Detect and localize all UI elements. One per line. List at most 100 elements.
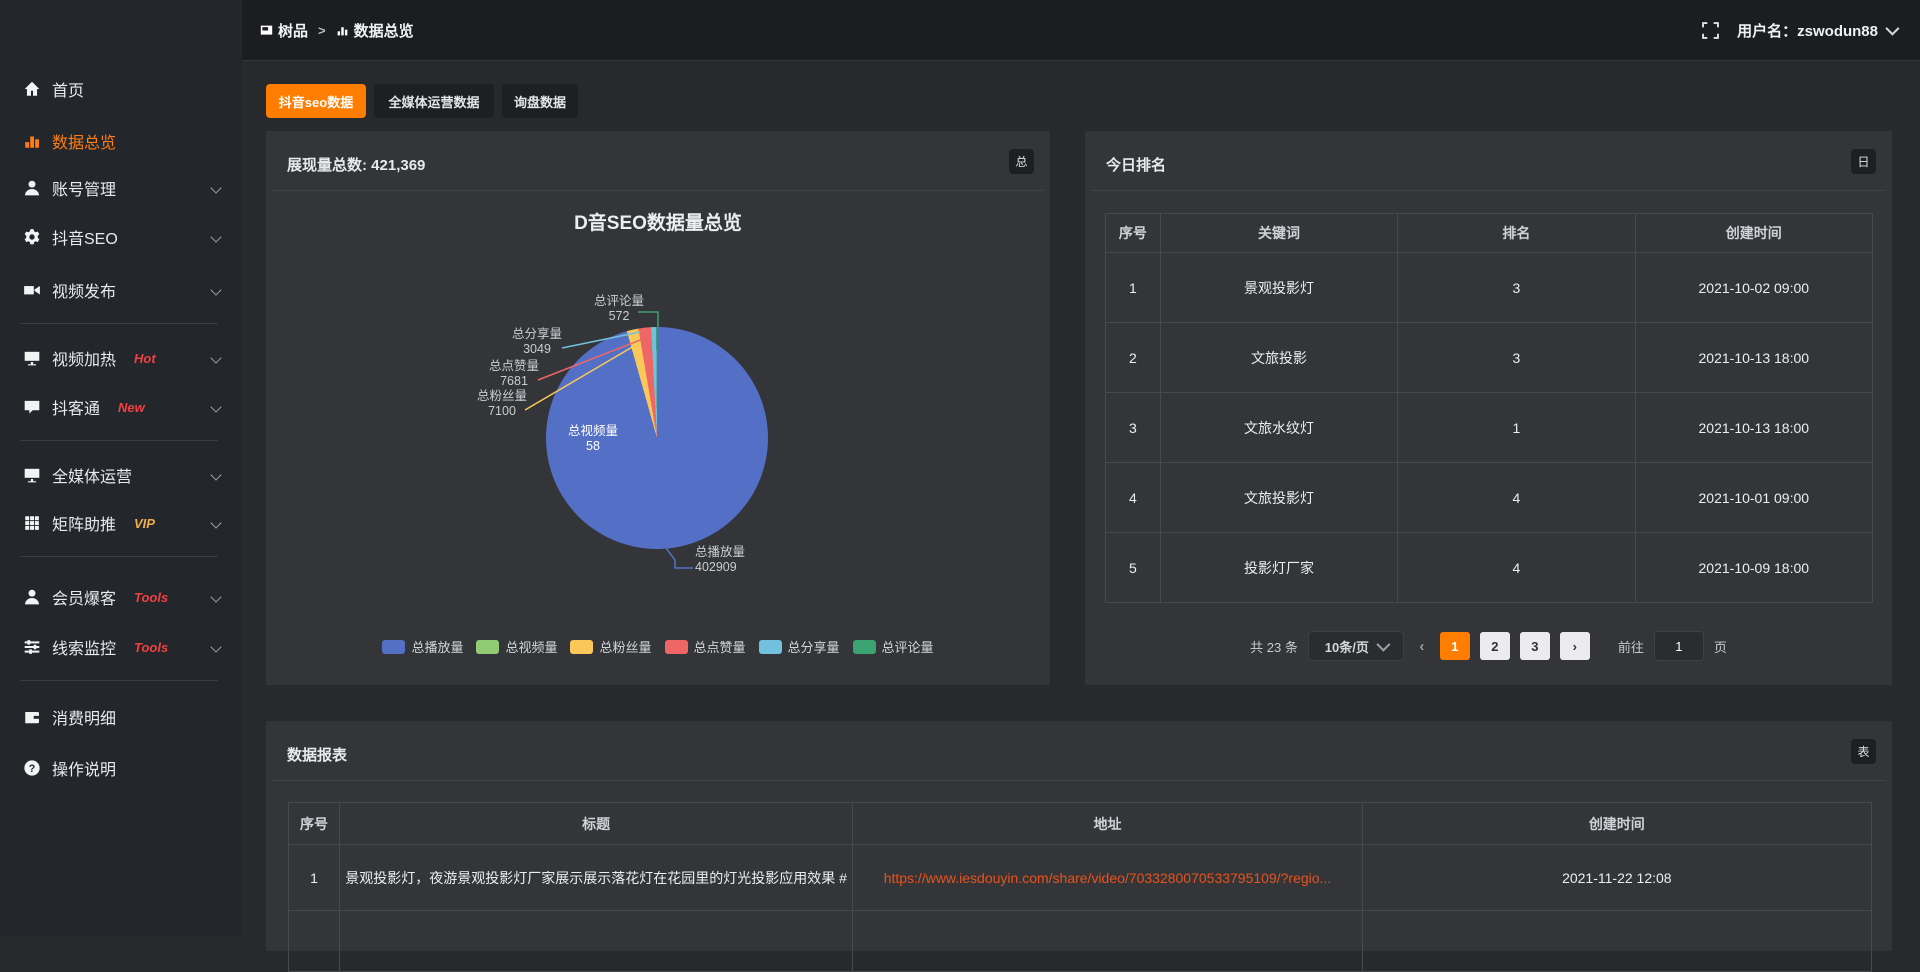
- table-cell: 5: [1106, 533, 1161, 602]
- table-row: 2文旅投影32021-10-13 18:00: [1106, 323, 1872, 393]
- chevron-down-icon: [210, 401, 221, 412]
- day-toggle-button[interactable]: 日: [1851, 149, 1876, 174]
- cell-video-link[interactable]: https://www.iesdouyin.com/share/video/70…: [853, 845, 1362, 910]
- legend-swatch: [476, 640, 499, 654]
- sidebar-item-4[interactable]: 抖音SEO: [0, 225, 242, 249]
- topbar: SHUPIN 树品 树品 > 数据总览 用户名：zswodun88: [0, 0, 1920, 61]
- breadcrumb-item-shupin[interactable]: 树品: [278, 20, 308, 41]
- legend-label: 总播放量: [411, 637, 463, 656]
- sidebar-item-2[interactable]: 数据总览: [0, 129, 242, 153]
- legend-item-5[interactable]: 总分享量: [759, 637, 840, 656]
- video-camera-icon: [22, 281, 41, 300]
- badge: VIP: [134, 516, 155, 531]
- ranking-panel: 今日排名 日 序号关键词排名创建时间1景观投影灯32021-10-02 09:0…: [1085, 131, 1892, 685]
- legend-item-2[interactable]: 总视频量: [476, 637, 557, 656]
- username-label: 用户名：zswodun88: [1737, 20, 1878, 41]
- page-button-2[interactable]: 2: [1480, 632, 1510, 660]
- user-icon: [22, 588, 41, 607]
- page-button-1[interactable]: 1: [1440, 632, 1470, 660]
- sidebar-item-label: 首页: [52, 77, 84, 101]
- sidebar-item-13[interactable]: ?操作说明: [0, 756, 242, 780]
- table-row: 4文旅投影灯42021-10-01 09:00: [1106, 463, 1872, 533]
- user-menu[interactable]: 用户名：zswodun88: [1737, 20, 1896, 41]
- divider: [1091, 190, 1886, 191]
- sidebar-item-label: 全媒体运营: [52, 463, 132, 487]
- fullscreen-icon[interactable]: [1702, 22, 1719, 39]
- column-header: 序号: [1106, 214, 1161, 252]
- chevron-down-icon: [210, 182, 221, 193]
- cell-title: [340, 911, 853, 971]
- table-cell: 2: [1106, 323, 1161, 392]
- pie-label-likes: 总点赞量7681: [459, 359, 569, 389]
- breadcrumb-item-overview[interactable]: 数据总览: [354, 20, 414, 41]
- sidebar-item-8[interactable]: 全媒体运营: [0, 463, 242, 487]
- chart-bars-icon: [22, 132, 41, 151]
- sidebar-item-11[interactable]: 线索监控Tools: [0, 635, 242, 659]
- column-header: 创建时间: [1363, 803, 1871, 844]
- sidebar-item-3[interactable]: 账号管理: [0, 176, 242, 200]
- total-toggle-button[interactable]: 总: [1009, 149, 1034, 174]
- column-header: 标题: [340, 803, 853, 844]
- gear-icon: [22, 228, 41, 247]
- table-cell: 景观投影灯: [1161, 253, 1398, 322]
- sidebar-item-9[interactable]: 矩阵助推 VIP: [0, 511, 242, 535]
- chevron-down-icon: [1885, 22, 1899, 36]
- legend-swatch: [382, 640, 405, 654]
- sidebar-item-label: 账号管理: [52, 176, 116, 200]
- chevron-down-icon: [210, 641, 221, 652]
- table-row: 5投影灯厂家42021-10-09 18:00: [1106, 533, 1872, 602]
- sidebar-item-label: 视频加热: [52, 346, 116, 370]
- tab-2[interactable]: 全媒体运营数据: [374, 84, 494, 118]
- sidebar-item-label: 消费明细: [52, 705, 116, 729]
- sidebar-item-10[interactable]: 会员爆客Tools: [0, 585, 242, 609]
- overview-panel: 展现量总数: 421,369 总 D音SEO数据量总览 总评论量572 总分享量…: [266, 131, 1050, 685]
- table-cell: 1: [1106, 253, 1161, 322]
- overview-panel-title: 展现量总数: 421,369: [287, 154, 425, 175]
- sidebar-item-6[interactable]: 视频加热 Hot: [0, 346, 242, 370]
- tab-3[interactable]: 询盘数据: [502, 84, 578, 118]
- chevron-down-icon: [1376, 638, 1390, 652]
- pie-label-shares: 总分享量3049: [482, 327, 592, 357]
- table-header-row: 序号 标题 地址 创建时间: [289, 803, 1871, 845]
- table-cell: 2021-10-13 18:00: [1636, 393, 1872, 462]
- sidebar-item-1[interactable]: 首页: [0, 77, 242, 101]
- sidebar-item-5[interactable]: 视频发布: [0, 278, 242, 302]
- badge: Hot: [134, 351, 156, 366]
- tab-1[interactable]: 抖音seo数据: [266, 84, 366, 118]
- sidebar-divider: [20, 440, 218, 441]
- chevron-down-icon: [210, 284, 221, 295]
- question-circle-icon: ?: [22, 759, 41, 778]
- table-toggle-button[interactable]: 表: [1851, 739, 1876, 764]
- cell-created-time: [1363, 911, 1871, 971]
- page-size-select[interactable]: 10条/页: [1308, 631, 1404, 661]
- prev-page-button[interactable]: ‹: [1414, 632, 1430, 660]
- home-icon: [22, 80, 41, 99]
- table-cell: 2021-10-09 18:00: [1636, 533, 1872, 602]
- page-button-3[interactable]: 3: [1520, 632, 1550, 660]
- table-row: 1 景观投影灯，夜游景观投影灯厂家展示展示落花灯在花园里的灯光投影应用效果 # …: [289, 845, 1871, 911]
- column-header: 序号: [289, 803, 340, 844]
- table-cell: 1: [1398, 393, 1635, 462]
- badge: Tools: [134, 640, 168, 655]
- legend-item-6[interactable]: 总评论量: [853, 637, 934, 656]
- legend-item-1[interactable]: 总播放量: [382, 637, 463, 656]
- sidebar-item-7[interactable]: 抖客通New: [0, 395, 242, 419]
- ranking-table: 序号关键词排名创建时间1景观投影灯32021-10-02 09:002文旅投影3…: [1105, 213, 1873, 603]
- table-cell: 文旅投影: [1161, 323, 1398, 392]
- breadcrumb-separator: >: [318, 23, 326, 38]
- legend-label: 总粉丝量: [599, 637, 651, 656]
- report-panel: 数据报表 表 序号 标题 地址 创建时间 1 景观投影灯，夜游景观投影灯厂家展示…: [266, 721, 1892, 951]
- table-cell: 2021-10-02 09:00: [1636, 253, 1872, 322]
- column-header: 关键词: [1161, 214, 1398, 252]
- cell-created-time: 2021-11-22 12:08: [1363, 845, 1871, 910]
- legend-item-3[interactable]: 总粉丝量: [570, 637, 651, 656]
- pie-label-comments: 总评论量572: [564, 294, 674, 324]
- goto-page-input[interactable]: 1: [1654, 631, 1704, 661]
- sidebar-item-12[interactable]: 消费明细: [0, 705, 242, 729]
- sidebar-divider: [20, 323, 218, 324]
- cell-index: 1: [289, 845, 340, 910]
- sidebar-item-label: 矩阵助推: [52, 511, 116, 535]
- next-page-button[interactable]: ›: [1560, 632, 1590, 660]
- legend-item-4[interactable]: 总点赞量: [665, 637, 746, 656]
- chart-title: D音SEO数据量总览: [266, 208, 1050, 235]
